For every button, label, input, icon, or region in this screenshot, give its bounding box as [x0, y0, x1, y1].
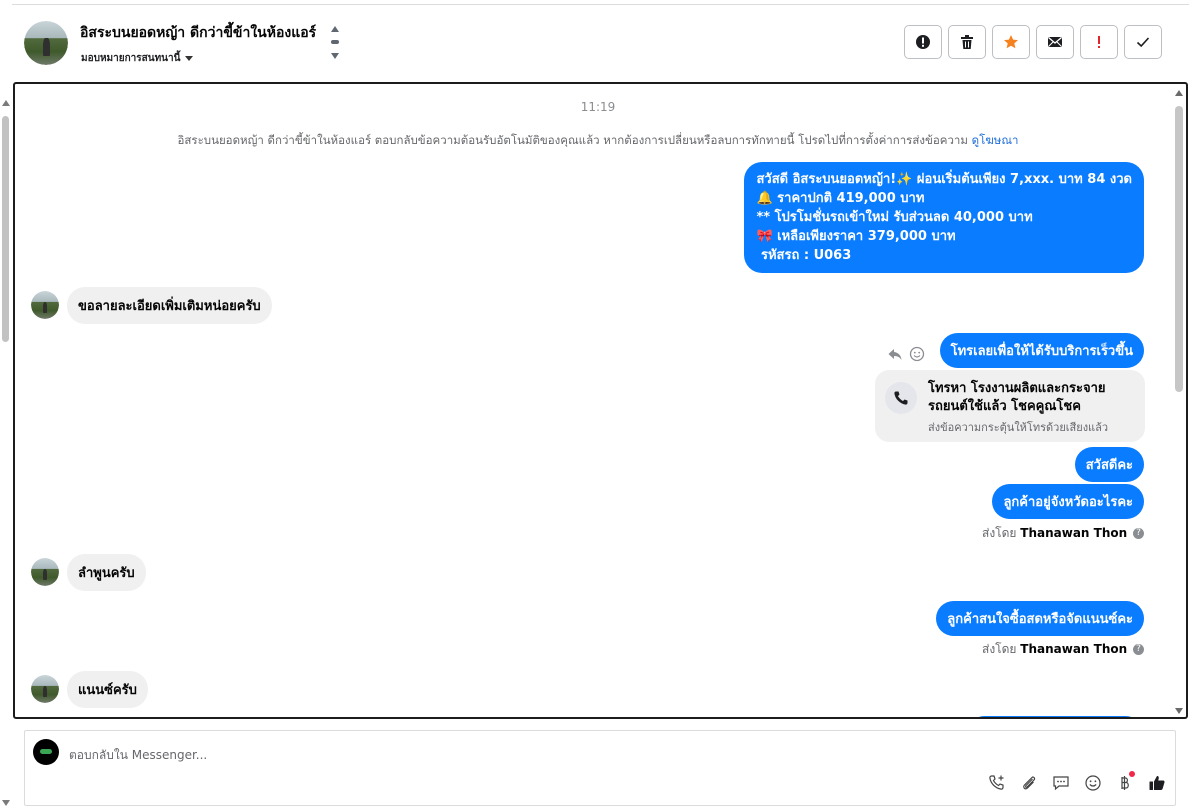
done-button[interactable] — [1124, 25, 1162, 59]
outgoing-message-bubble[interactable]: โทรเลยเพื่อให้ได้รับบริการเร็วขึ้น — [939, 333, 1144, 368]
scroll-up-arrow-icon[interactable] — [2, 100, 10, 106]
welcome-message-bubble[interactable]: สวัสดี อิสระบนยอดหญ้า!✨ ผ่อนเริ่มต้นเพีย… — [744, 162, 1144, 273]
mark-unread-button[interactable] — [1036, 25, 1074, 59]
sender-name: Thanawan Thon — [1020, 526, 1128, 540]
auto-reply-notice-text: อิสระบนยอดหญ้า ดีกว่าขี้ข้าในห้องแอร์ ตอ… — [177, 133, 968, 147]
star-icon — [1004, 35, 1018, 49]
incoming-message-bubble[interactable]: แนนซ์ครับ — [67, 671, 148, 708]
outgoing-message-bubble[interactable]: ลูกค้าสนใจซื้อสดหรือจัดแนนซ์คะ — [936, 601, 1144, 636]
scrollbar-thumb[interactable] — [2, 116, 9, 342]
envelope-icon — [1048, 37, 1062, 47]
incoming-message-bubble[interactable]: ลำพูนครับ — [67, 554, 146, 591]
alert-circle-icon — [916, 35, 930, 49]
reply-input[interactable]: ตอบกลับใน Messenger... — [69, 746, 207, 765]
help-icon[interactable]: ? — [1133, 528, 1144, 539]
phone-add-icon — [989, 775, 1004, 790]
call-request-button[interactable] — [987, 773, 1007, 793]
message-thread[interactable]: 11:19 อิสระบนยอดหญ้า ดีกว่าขี้ข้าในห้องแ… — [13, 82, 1188, 719]
conversation-nav-divider — [331, 40, 339, 44]
welcome-line: 🎀 เหลือเพียงราคา 379,000 บาท — [756, 229, 956, 244]
sent-by-label: ส่งโดย Thanawan Thon ? — [982, 524, 1144, 543]
phone-icon — [885, 382, 917, 414]
call-card-subtitle: ส่งข้อความกระตุ้นให้โทรด้วยเสียงแล้ว — [928, 421, 1109, 434]
call-card-title: โทรหา โรงงานผลิตและกระจายรถยนต์ใช้แล้ว โ… — [928, 381, 1106, 414]
attach-button[interactable] — [1019, 773, 1039, 793]
assign-label: มอบหมายการสนทนานี้ — [81, 53, 181, 64]
outgoing-message-bubble[interactable]: ลูกค้าอยู่จังหวัดอะไรคะ — [992, 484, 1144, 519]
like-button[interactable] — [1147, 773, 1167, 793]
reply-composer[interactable]: ตอบกลับใน Messenger... — [24, 730, 1176, 806]
contact-avatar[interactable] — [24, 21, 68, 65]
sent-by-prefix: ส่งโดย — [982, 526, 1017, 540]
saved-reply-icon — [1053, 776, 1069, 791]
message-hover-actions — [887, 346, 925, 362]
composer-toolbar — [987, 771, 1167, 793]
next-conversation-icon[interactable] — [331, 53, 339, 59]
react-emoji-icon[interactable] — [909, 346, 925, 362]
inbox-conversation-view: อิสระบนยอดหญ้า ดีกว่าขี้ข้าในห้องแอร์ มอ… — [0, 0, 1193, 808]
emoji-button[interactable] — [1083, 773, 1103, 793]
contact-avatar-small[interactable] — [31, 558, 59, 586]
trash-icon — [961, 35, 973, 49]
follow-up-button[interactable] — [1080, 25, 1118, 59]
contact-avatar-small[interactable] — [31, 675, 59, 703]
notification-dot — [1129, 771, 1135, 777]
payment-button[interactable] — [1115, 771, 1135, 793]
thumbs-up-icon — [1149, 776, 1165, 790]
thread-scrollbar[interactable] — [1174, 88, 1184, 716]
incoming-message-bubble[interactable]: ขอลายละเอียดเพิ่มเติมหน่อยครับ — [67, 287, 272, 324]
page-avatar — [33, 739, 59, 765]
sent-by-prefix: ส่งโดย — [982, 642, 1017, 656]
welcome-line: รหัสรถ : U063 — [756, 248, 852, 263]
check-icon — [1136, 37, 1150, 48]
welcome-line: 🔔 ราคาปกติ 419,000 บาท — [756, 191, 925, 206]
scrollbar-thumb[interactable] — [1175, 106, 1183, 392]
assign-conversation-dropdown[interactable]: มอบหมายการสนทนานี้ — [81, 51, 194, 66]
spam-button[interactable] — [904, 25, 942, 59]
delete-button[interactable] — [948, 25, 986, 59]
paperclip-icon — [1023, 776, 1036, 790]
help-icon[interactable]: ? — [1133, 644, 1144, 655]
conversation-nav — [330, 24, 340, 64]
scroll-down-arrow-icon[interactable] — [1175, 708, 1183, 714]
message-timestamp: 11:19 — [580, 100, 616, 114]
outgoing-message-bubble-partial[interactable] — [970, 716, 1140, 717]
conversation-actions — [904, 25, 1162, 61]
view-ad-link[interactable]: ดูโฆษณา — [972, 133, 1019, 147]
outgoing-message-bubble[interactable]: สวัสดีคะ — [1074, 447, 1144, 482]
conversation-header: อิสระบนยอดหญ้า ดีกว่าขี้ข้าในห้องแอร์ มอ… — [12, 4, 1189, 80]
welcome-line: ** โปรโมชั่นรถเข้าใหม่ รับส่วนลด 40,000 … — [756, 210, 1033, 225]
saved-replies-button[interactable] — [1051, 773, 1071, 793]
welcome-line: สวัสดี อิสระบนยอดหญ้า!✨ ผ่อนเริ่มต้นเพีย… — [756, 172, 1132, 187]
caret-down-icon — [185, 55, 194, 61]
page-scrollbar[interactable] — [0, 96, 12, 808]
contact-avatar-small[interactable] — [31, 291, 59, 319]
reply-icon[interactable] — [887, 346, 903, 362]
sent-by-label: ส่งโดย Thanawan Thon ? — [982, 640, 1144, 659]
exclamation-icon — [1098, 36, 1100, 48]
contact-name[interactable]: อิสระบนยอดหญ้า ดีกว่าขี้ข้าในห้องแอร์ — [80, 22, 316, 44]
star-button[interactable] — [992, 25, 1030, 59]
emoji-icon — [1085, 775, 1101, 791]
scroll-down-arrow-icon[interactable] — [2, 800, 10, 806]
scroll-up-arrow-icon[interactable] — [1175, 90, 1183, 96]
sender-name: Thanawan Thon — [1020, 642, 1128, 656]
previous-conversation-icon[interactable] — [331, 26, 339, 32]
call-request-card[interactable]: โทรหา โรงงานผลิตและกระจายรถยนต์ใช้แล้ว โ… — [875, 370, 1145, 442]
auto-reply-notice: อิสระบนยอดหญ้า ดีกว่าขี้ข้าในห้องแอร์ ตอ… — [15, 132, 1181, 150]
